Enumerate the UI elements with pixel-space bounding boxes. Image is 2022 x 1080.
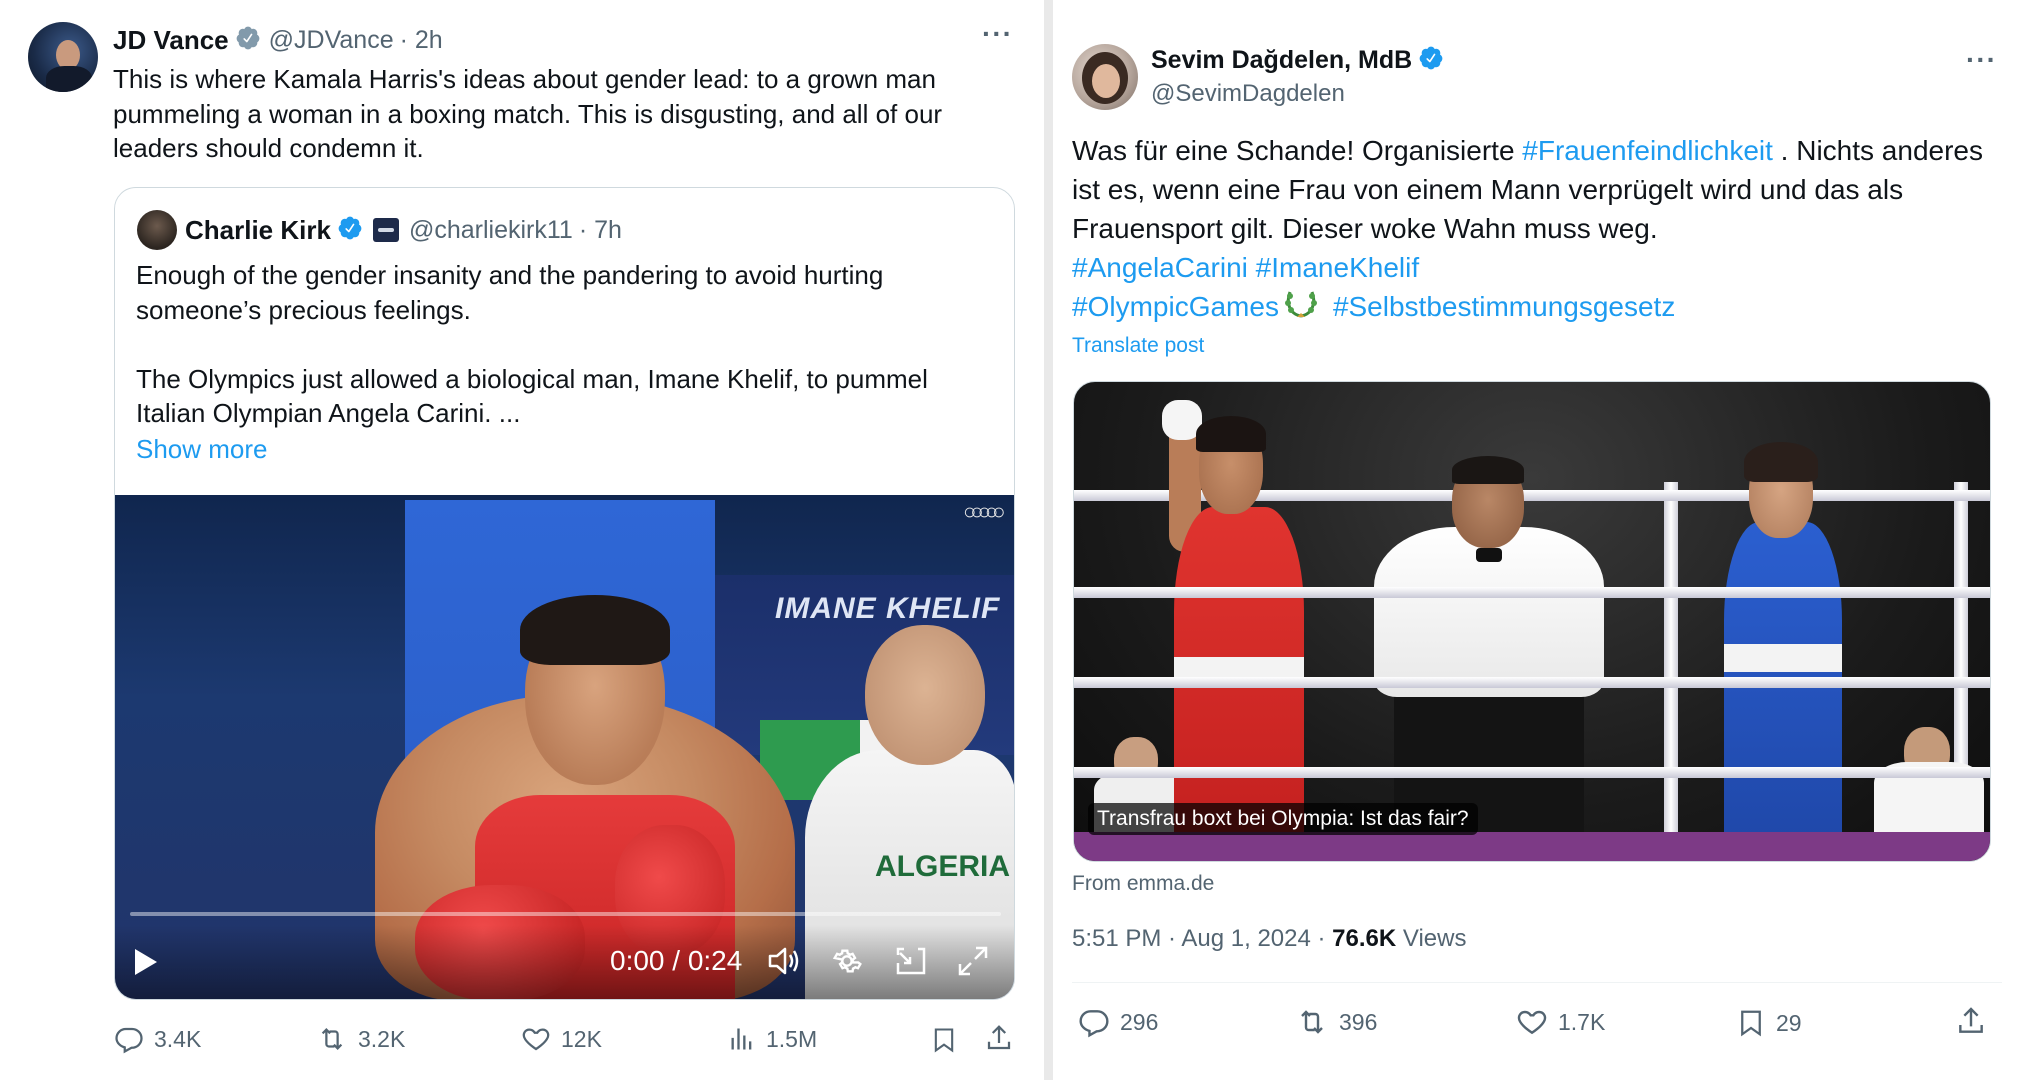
settings-gear-icon[interactable] bbox=[831, 945, 863, 982]
bookmark-button[interactable]: 29 bbox=[1736, 1006, 1802, 1040]
hashtag-frauenfeindlichkeit[interactable]: #Frauenfeindlichkeit bbox=[1522, 135, 1773, 166]
author-name[interactable]: Sevim Dağdelen, MdB bbox=[1151, 46, 1412, 75]
ring-rope bbox=[1074, 767, 1990, 778]
picture-in-picture-icon[interactable] bbox=[895, 945, 927, 982]
like-button[interactable]: 1.7K bbox=[1516, 1006, 1605, 1038]
hashtag-angelacarini[interactable]: #AngelaCarini bbox=[1072, 252, 1248, 283]
more-options-icon[interactable]: ··· bbox=[1966, 44, 1997, 76]
hashtag-selbstbestimmungsgesetz[interactable]: #Selbstbestimmungsgesetz bbox=[1333, 291, 1675, 322]
quoted-paragraph-2: The Olympics just allowed a biological m… bbox=[136, 363, 928, 429]
video-player[interactable]: IMANE KHELIF ALGERIA ○○○○○ 0:00 / 0:24 bbox=[115, 495, 1014, 999]
reply-count: 296 bbox=[1120, 1008, 1159, 1035]
referee-hair bbox=[1452, 456, 1524, 484]
olympic-rings-icon: ○○○○○ bbox=[963, 499, 1006, 524]
right-tweet-panel: Sevim Dağdelen, MdB @SevimDagdelen ··· W… bbox=[1053, 0, 2022, 1080]
boxer-hair bbox=[520, 595, 670, 665]
play-icon[interactable] bbox=[133, 947, 159, 982]
quoted-author-handle: @charliekirk11 bbox=[408, 215, 573, 244]
bookmark-count: 29 bbox=[1776, 1009, 1802, 1036]
like-count: 12K bbox=[561, 1025, 602, 1052]
hashtag-olympicgames[interactable]: #OlympicGames bbox=[1072, 291, 1279, 322]
views-count: 1.5M bbox=[766, 1025, 818, 1052]
analytics-icon bbox=[731, 1028, 752, 1050]
boxer-blue-hair bbox=[1744, 442, 1818, 482]
arena-sign-text: IMANE KHELIF bbox=[775, 592, 1001, 625]
video-progress-bar[interactable] bbox=[130, 912, 1001, 916]
repost-count: 396 bbox=[1339, 1008, 1378, 1035]
show-more-link[interactable]: Show more bbox=[136, 434, 268, 465]
laurel-wreath-icon bbox=[1283, 288, 1319, 330]
author-handle[interactable]: @SevimDagdelen bbox=[1151, 80, 1345, 108]
tweet-header: JD Vance @JDVance · 2h bbox=[113, 22, 443, 58]
quoted-paragraph-1: Enough of the gender insanity and the pa… bbox=[136, 260, 884, 325]
ring-floor bbox=[1074, 832, 1990, 861]
charlie-kirk-avatar bbox=[137, 210, 177, 250]
coach-shirt-text: ALGERIA bbox=[875, 850, 1010, 883]
repost-count: 3.2K bbox=[358, 1025, 406, 1052]
heart-icon bbox=[522, 1028, 550, 1051]
share-icon bbox=[1959, 1007, 1983, 1033]
quoted-tweet[interactable]: Charlie Kirk @charliekirk11 · 7h Enough … bbox=[114, 187, 1015, 1000]
ring-rope bbox=[1074, 677, 1990, 688]
views-label: Views bbox=[1396, 925, 1467, 952]
ring-rope bbox=[1074, 587, 1990, 598]
referee-bowtie bbox=[1476, 548, 1502, 562]
left-tweet-panel: JD Vance @JDVance · 2h ··· This is where… bbox=[0, 0, 1044, 1080]
quoted-author-name: Charlie Kirk bbox=[185, 214, 331, 245]
boxer-blue-belt bbox=[1724, 644, 1842, 672]
tweet-text: This is where Kamala Harris's ideas abou… bbox=[113, 64, 943, 163]
boxer-red-hair bbox=[1196, 416, 1266, 452]
article-card-image[interactable]: Transfrau boxt bei Olympia: Ist das fair… bbox=[1073, 381, 1991, 862]
link-source[interactable]: From emma.de bbox=[1072, 872, 1214, 896]
coach-head bbox=[865, 625, 985, 765]
divider bbox=[1072, 982, 2002, 983]
repost-button[interactable]: 396 bbox=[1295, 1006, 1377, 1038]
like-button[interactable]: 12K bbox=[521, 1024, 602, 1054]
bookmark-icon bbox=[934, 1028, 954, 1053]
reply-icon bbox=[115, 1027, 143, 1054]
volume-icon[interactable] bbox=[767, 945, 801, 982]
jd-vance-avatar[interactable] bbox=[28, 22, 98, 92]
author-name[interactable]: JD Vance bbox=[113, 25, 229, 56]
tweet-time[interactable]: · 2h bbox=[400, 26, 443, 55]
like-count: 1.7K bbox=[1558, 1008, 1606, 1035]
share-button[interactable] bbox=[1955, 1004, 1997, 1038]
image-caption: Transfrau boxt bei Olympia: Ist das fair… bbox=[1088, 803, 1478, 835]
verified-blue-icon bbox=[337, 215, 363, 246]
author-handle[interactable]: @JDVance bbox=[269, 26, 394, 55]
verified-blue-icon bbox=[1418, 45, 1444, 76]
views-button[interactable]: 1.5M bbox=[728, 1024, 817, 1054]
quoted-tweet-header: Charlie Kirk @charliekirk11 · 7h bbox=[185, 212, 622, 248]
reply-icon bbox=[1079, 1010, 1109, 1038]
tweet-timestamp[interactable]: 5:51 PM · Aug 1, 2024 · bbox=[1072, 925, 1332, 952]
translate-post-link[interactable]: Translate post bbox=[1072, 334, 1204, 358]
tweet-meta: 5:51 PM · Aug 1, 2024 · 76.6K Views bbox=[1072, 925, 1466, 953]
hashtag-imanekhelif[interactable]: #ImaneKhelif bbox=[1256, 252, 1419, 283]
bookmark-icon bbox=[1741, 1010, 1761, 1037]
heart-icon bbox=[1517, 1010, 1547, 1035]
more-options-icon[interactable]: ··· bbox=[982, 18, 1013, 50]
bookmark-button[interactable] bbox=[930, 1024, 968, 1056]
share-button[interactable] bbox=[984, 1022, 1024, 1054]
video-time: 0:00 / 0:24 bbox=[610, 945, 743, 976]
video-controls-overlay bbox=[115, 925, 1014, 999]
quoted-tweet-time: · 7h bbox=[578, 215, 622, 244]
reply-button[interactable]: 3.4K bbox=[114, 1024, 201, 1054]
repost-button[interactable]: 3.2K bbox=[316, 1024, 405, 1054]
repost-icon bbox=[1301, 1010, 1323, 1034]
repost-icon bbox=[321, 1028, 343, 1050]
tweet-text: Was für eine Schande! Organisierte #Frau… bbox=[1072, 131, 2002, 330]
reply-button[interactable]: 296 bbox=[1078, 1006, 1158, 1038]
affiliation-badge-icon bbox=[372, 218, 399, 242]
views-count: 76.6K bbox=[1332, 925, 1397, 952]
tweet-text-part-1: Was für eine Schande! Organisierte bbox=[1072, 135, 1523, 166]
tweet-header: Sevim Dağdelen, MdB bbox=[1151, 42, 1444, 78]
verified-gray-icon bbox=[235, 25, 261, 56]
share-icon bbox=[987, 1025, 1011, 1050]
sevim-dagdelen-avatar[interactable] bbox=[1072, 44, 1138, 110]
reply-count: 3.4K bbox=[154, 1025, 202, 1052]
ring-post bbox=[1664, 482, 1678, 861]
fullscreen-icon[interactable] bbox=[957, 945, 989, 982]
quoted-tweet-text: Enough of the gender insanity and the pa… bbox=[136, 258, 996, 431]
